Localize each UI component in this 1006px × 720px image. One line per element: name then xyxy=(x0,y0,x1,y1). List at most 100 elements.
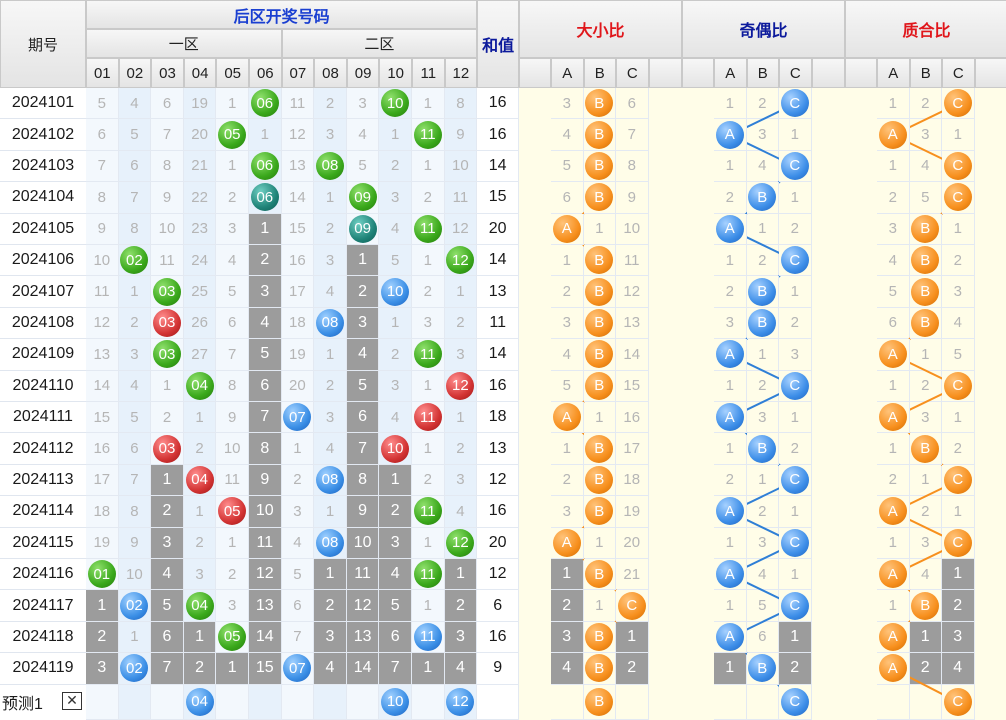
number-cell: 7 xyxy=(118,464,152,497)
pc-pred-cell[interactable] xyxy=(877,684,910,720)
oe-marker-ball: B xyxy=(748,434,777,463)
size-cell: 3 xyxy=(551,496,584,528)
oe-cell: 1 xyxy=(779,182,812,214)
number-cell: 2 xyxy=(86,621,119,654)
oe-pad-left xyxy=(682,88,714,120)
number-cell: 2 xyxy=(183,433,217,465)
oe-cell: A xyxy=(714,559,747,591)
oe-pred-cell[interactable]: C xyxy=(779,684,812,720)
number-cell: 09 xyxy=(346,182,380,214)
pc-cell: 4 xyxy=(877,245,910,277)
size-pad-right xyxy=(648,433,682,465)
number-cell: 04 xyxy=(183,370,217,402)
prediction-number-cell[interactable]: 12 xyxy=(444,684,478,720)
oe-predicted-ball[interactable]: C xyxy=(780,687,809,716)
size-cell: 10 xyxy=(616,213,649,245)
oe-pred-cell[interactable] xyxy=(714,684,747,720)
size-cell: B xyxy=(583,339,616,371)
size-pred-cell[interactable]: B xyxy=(583,684,616,720)
number-cell: 19 xyxy=(86,527,119,559)
drawn-ball-06: 06 xyxy=(250,183,279,212)
number-cell: 06 xyxy=(249,150,282,183)
header-oe-B: B xyxy=(746,58,779,88)
size-marker-ball: A xyxy=(552,403,581,432)
prediction-number-cell[interactable] xyxy=(346,684,380,720)
prediction-number-cell[interactable] xyxy=(118,684,152,720)
oe-cell: 2 xyxy=(714,276,747,308)
number-cell: 7 xyxy=(346,433,380,465)
oe-cell: 1 xyxy=(779,402,812,434)
number-cell: 3 xyxy=(216,213,249,245)
number-cell: 2 xyxy=(249,245,282,277)
oe-marker-ball: C xyxy=(780,465,809,494)
pc-cell: 1 xyxy=(909,621,942,654)
number-cell: 1 xyxy=(151,464,184,497)
header-number-06: 06 xyxy=(249,58,282,88)
size-pred-cell[interactable] xyxy=(551,684,584,720)
size-marker-ball: B xyxy=(585,465,614,494)
oe-pred-pad-right xyxy=(811,684,845,720)
prediction-number-cell[interactable] xyxy=(281,684,315,720)
number-cell: 9 xyxy=(249,464,282,497)
prediction-number-cell[interactable] xyxy=(216,684,249,720)
period-cell: 2024115 xyxy=(0,527,86,559)
number-cell: 06 xyxy=(249,182,282,214)
number-cell: 4 xyxy=(216,245,249,277)
prediction-number-cell[interactable]: 10 xyxy=(379,684,412,720)
number-cell: 04 xyxy=(183,590,217,622)
predicted-ball-10[interactable]: 10 xyxy=(381,687,410,716)
size-marker-ball: A xyxy=(552,214,581,243)
oe-cell: B xyxy=(746,276,779,308)
predicted-ball-12[interactable]: 12 xyxy=(446,687,475,716)
oe-pad-right xyxy=(811,213,845,245)
number-cell: 06 xyxy=(249,88,282,120)
pc-pad-left xyxy=(845,276,877,308)
prediction-number-cell[interactable]: 04 xyxy=(183,684,217,720)
number-cell: 7 xyxy=(86,150,119,183)
prediction-number-cell[interactable] xyxy=(314,684,347,720)
size-pad-right xyxy=(648,182,682,214)
number-cell: 12 xyxy=(281,119,315,151)
number-cell: 1 xyxy=(249,119,282,151)
size-cell: B xyxy=(583,559,616,591)
period-cell: 2024111 xyxy=(0,402,86,434)
number-cell: 03 xyxy=(151,433,184,465)
prediction-number-cell[interactable] xyxy=(412,684,445,720)
prediction-number-cell[interactable] xyxy=(86,684,119,720)
pc-marker-ball: B xyxy=(911,214,940,243)
prediction-number-cell[interactable] xyxy=(249,684,282,720)
number-cell: 2 xyxy=(379,496,412,528)
pc-cell: 6 xyxy=(877,307,910,340)
pc-pred-cell[interactable] xyxy=(909,684,942,720)
number-cell: 1 xyxy=(216,88,249,120)
number-cell: 1 xyxy=(412,150,445,183)
pc-pred-cell[interactable]: C xyxy=(942,684,975,720)
size-pred-cell[interactable] xyxy=(616,684,649,720)
number-cell: 2 xyxy=(412,464,445,497)
predicted-ball-04[interactable]: 04 xyxy=(185,687,214,716)
oe-cell: 4 xyxy=(746,150,779,183)
header-pc: 质合比 xyxy=(845,0,1006,58)
size-pad-right xyxy=(648,559,682,591)
pc-pad-left xyxy=(845,559,877,591)
number-cell: 1 xyxy=(118,276,152,308)
pc-pad-left xyxy=(845,339,877,371)
header-number-07: 07 xyxy=(281,58,315,88)
header-pc-B: B xyxy=(909,58,942,88)
prediction-close-button[interactable]: ✕ xyxy=(62,691,82,710)
header-number-08: 08 xyxy=(314,58,347,88)
number-cell: 3 xyxy=(444,339,478,371)
pc-cell: 1 xyxy=(942,119,975,151)
number-cell: 11 xyxy=(346,559,380,591)
pc-cell: C xyxy=(942,150,975,183)
size-cell: 1 xyxy=(583,527,616,559)
size-pad-left xyxy=(519,150,551,183)
oe-pred-cell[interactable] xyxy=(746,684,779,720)
size-predicted-ball[interactable]: B xyxy=(585,687,614,716)
pc-pad-right xyxy=(974,653,1006,685)
pc-predicted-ball[interactable]: C xyxy=(943,687,972,716)
size-marker-ball: B xyxy=(585,277,614,306)
number-cell: 03 xyxy=(151,276,184,308)
prediction-number-cell[interactable] xyxy=(151,684,184,720)
number-cell: 5 xyxy=(379,245,412,277)
